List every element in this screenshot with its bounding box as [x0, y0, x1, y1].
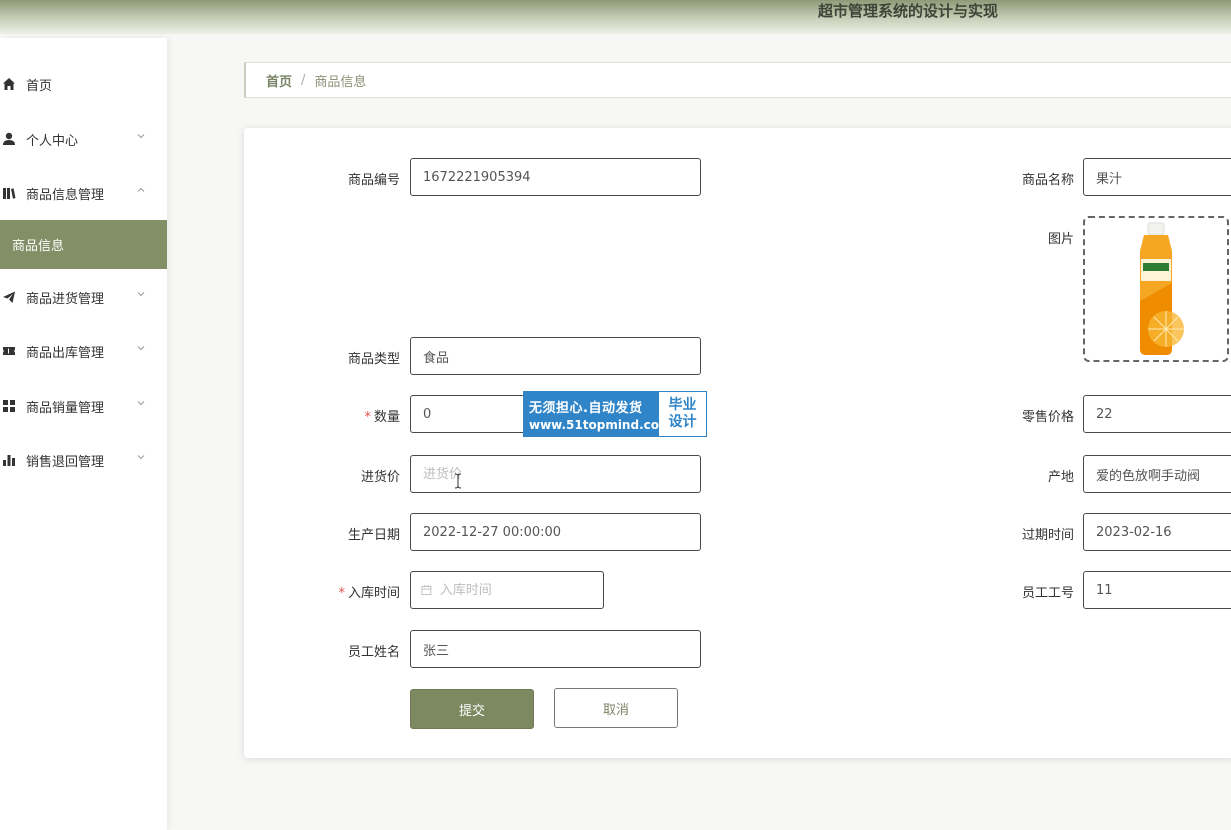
origin-label: 产地: [1047, 470, 1074, 485]
expiry-date-input[interactable]: 2023-02-16: [1083, 513, 1231, 551]
breadcrumb: 首页 / 商品信息: [244, 62, 1231, 98]
watermark-line1: 无须担心.自动发货: [529, 400, 643, 416]
expiry-date-label: 过期时间: [1021, 528, 1074, 543]
product-name-input[interactable]: 果汁: [1083, 158, 1231, 196]
sidebar-item-product-info[interactable]: 商品信息: [0, 220, 167, 269]
quantity-value: 0: [423, 406, 432, 422]
watermark-right1: 毕业: [668, 397, 697, 413]
sidebar-item-purchase-management[interactable]: 商品进货管理: [0, 273, 167, 321]
sidebar-item-label: 商品销量管理: [26, 400, 105, 416]
cancel-button[interactable]: 取消: [554, 688, 678, 728]
product-type-input[interactable]: 食品: [410, 337, 701, 375]
watermark-right2: 设计: [668, 414, 697, 430]
chevron-down-icon: [137, 346, 145, 351]
watermark-left: 无须担心.自动发货 www.51topmind.com: [524, 392, 672, 436]
juice-bottle-image: [1140, 222, 1184, 355]
sidebar-item-label: 商品进货管理: [26, 291, 105, 307]
image-label: 图片: [1047, 232, 1074, 247]
breadcrumb-current: 商品信息: [314, 74, 367, 90]
required-mark: *: [338, 586, 345, 601]
sidebar-item-sales-management[interactable]: 商品销量管理: [0, 382, 167, 430]
product-image-upload[interactable]: [1083, 216, 1229, 362]
production-date-input[interactable]: 2022-12-27 00:00:00: [410, 513, 701, 551]
product-type-label: 商品类型: [347, 352, 400, 367]
sidebar-item-label: 商品信息: [12, 239, 65, 254]
production-date-label: 生产日期: [347, 528, 400, 543]
employee-name-value: 张三: [423, 643, 450, 659]
stock-in-time-label: * 入库时间: [338, 586, 400, 601]
grid-icon: [2, 399, 16, 413]
bar-chart-icon: [2, 453, 16, 467]
quantity-label: * 数量: [364, 410, 400, 425]
retail-price-label: 零售价格: [1021, 410, 1074, 425]
sidebar-item-product-info-management[interactable]: 商品信息管理: [0, 169, 167, 217]
stock-in-time-field[interactable]: [439, 582, 603, 598]
retail-price-value: 22: [1096, 406, 1113, 422]
home-icon: [2, 77, 16, 91]
watermark-overlay: 无须担心.自动发货 www.51topmind.com 毕业 设计: [523, 391, 707, 437]
sidebar-item-label: 商品出库管理: [26, 345, 105, 361]
submit-button[interactable]: 提交: [410, 689, 534, 729]
origin-input[interactable]: 爱的色放啊手动阀: [1083, 455, 1231, 493]
retail-price-input[interactable]: 22: [1083, 395, 1231, 433]
breadcrumb-home-link[interactable]: 首页: [266, 71, 292, 90]
sidebar-item-label: 销售退回管理: [26, 454, 105, 470]
chevron-down-icon: [137, 455, 145, 460]
chevron-up-icon: [137, 187, 145, 192]
origin-value: 爱的色放啊手动阀: [1096, 468, 1201, 484]
app-title: 超市管理系统的设计与实现: [818, 2, 999, 20]
sidebar: 首页 个人中心 商品信息管理 商品信息 商品进货管理 商品出库管理 商品销量管理…: [0, 38, 167, 830]
employee-name-label: 员工姓名: [347, 645, 400, 660]
purchase-price-field[interactable]: [423, 466, 700, 482]
top-header-bar: 超市管理系统的设计与实现: [0, 0, 1231, 34]
product-code-label: 商品编号: [347, 173, 400, 188]
product-code-value: 1672221905394: [423, 169, 531, 185]
watermark-right: 毕业 设计: [659, 392, 706, 436]
product-name-value: 果汁: [1096, 171, 1123, 187]
calendar-icon: [421, 585, 432, 595]
employee-id-input[interactable]: 11: [1083, 571, 1231, 609]
product-name-label: 商品名称: [1021, 173, 1074, 188]
stock-in-time-picker[interactable]: [410, 571, 604, 609]
chevron-down-icon: [137, 292, 145, 297]
sidebar-item-label: 个人中心: [26, 133, 79, 149]
purchase-price-label: 进货价: [360, 470, 400, 485]
employee-name-input[interactable]: 张三: [410, 630, 701, 668]
sidebar-item-sales-return-management[interactable]: 销售退回管理: [0, 436, 167, 484]
employee-id-value: 11: [1096, 582, 1113, 598]
library-icon: [2, 186, 16, 200]
breadcrumb-separator: /: [301, 72, 306, 88]
send-icon: [2, 290, 16, 304]
sidebar-item-label: 商品信息管理: [26, 187, 105, 203]
watermark-line2: www.51topmind.com: [529, 417, 672, 432]
text-cursor-icon: [454, 473, 462, 489]
required-mark: *: [364, 410, 371, 425]
chevron-down-icon: [137, 401, 145, 406]
sidebar-item-outbound-management[interactable]: 商品出库管理: [0, 327, 167, 375]
user-icon: [2, 132, 16, 146]
product-code-input[interactable]: 1672221905394: [410, 158, 701, 196]
chevron-down-icon: [137, 134, 145, 139]
production-date-value: 2022-12-27 00:00:00: [423, 524, 562, 540]
sidebar-item-personal-center[interactable]: 个人中心: [0, 115, 167, 163]
sidebar-item-home[interactable]: 首页: [0, 60, 167, 108]
product-type-value: 食品: [423, 350, 450, 366]
employee-id-label: 员工工号: [1021, 586, 1074, 601]
sidebar-item-label: 首页: [26, 78, 53, 94]
ticket-icon: [2, 344, 16, 358]
expiry-date-value: 2023-02-16: [1096, 524, 1172, 540]
